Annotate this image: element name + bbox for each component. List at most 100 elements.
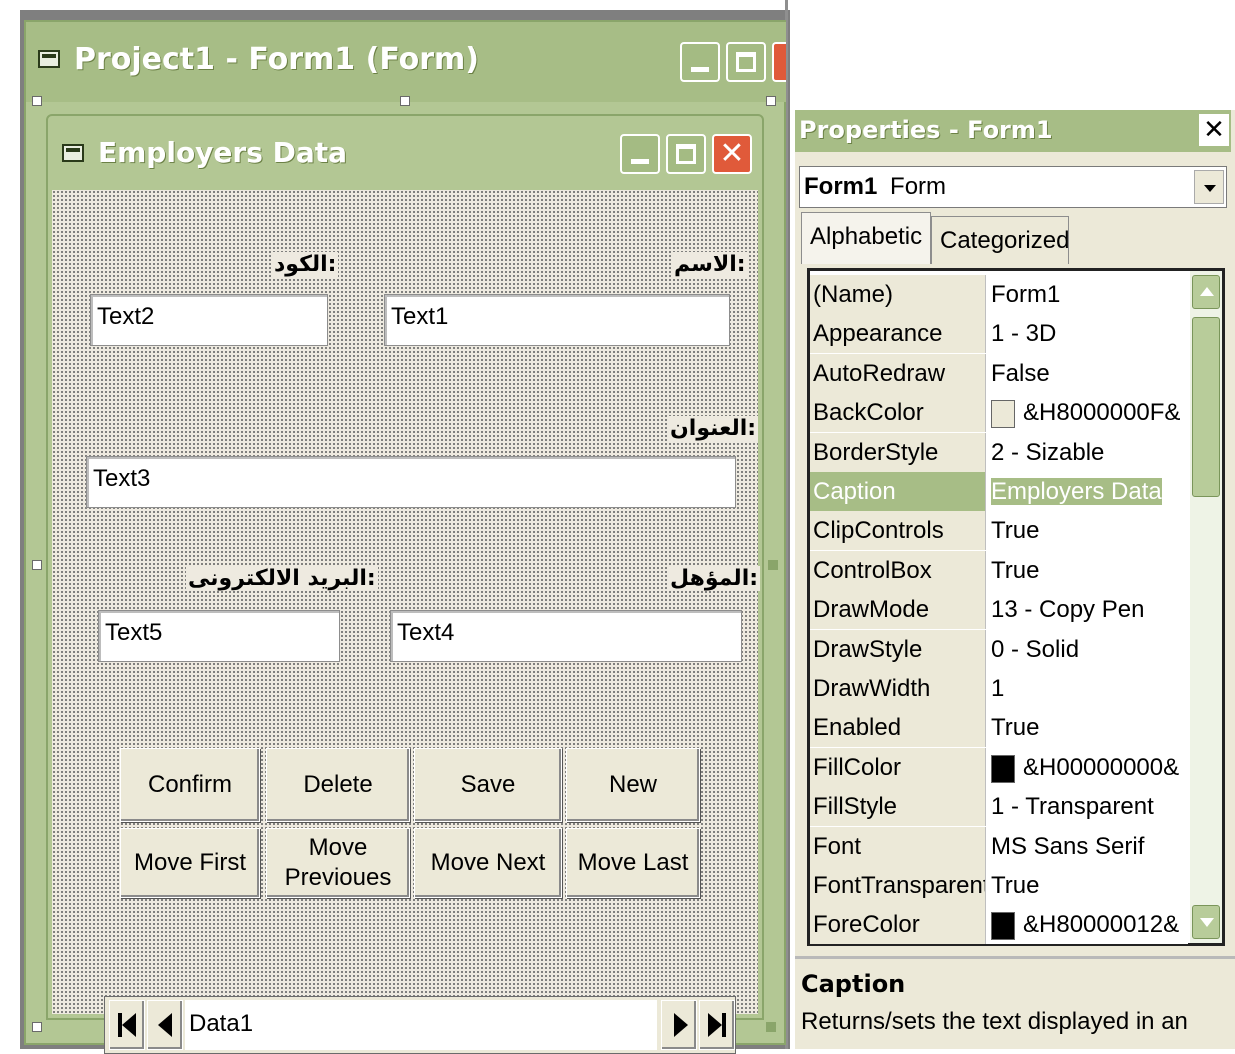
property-name: ForeColor	[810, 905, 986, 944]
scroll-up-button[interactable]	[1192, 275, 1220, 309]
resize-handle-top-right[interactable]	[766, 96, 776, 106]
property-value[interactable]: 0 - Solid	[986, 630, 1188, 669]
textbox-address[interactable]: Text3	[86, 456, 736, 508]
resize-handle-bottom-right[interactable]	[766, 1022, 776, 1032]
property-value[interactable]: True	[986, 708, 1188, 747]
property-value[interactable]: True	[986, 511, 1188, 550]
move-previous-button[interactable]: Move Previoues	[266, 828, 410, 898]
property-row[interactable]: Font MS Sans Serif	[810, 827, 1188, 866]
property-value[interactable]: Employers Data	[986, 472, 1188, 511]
scroll-down-button[interactable]	[1192, 905, 1220, 939]
textbox-qualification[interactable]: Text4	[390, 610, 742, 662]
designer-title: Project1 - Form1 (Form)	[74, 42, 479, 77]
move-first-button[interactable]: Move First	[120, 828, 260, 898]
property-value[interactable]: &H00000000&	[986, 748, 1188, 787]
minimize-icon	[631, 159, 649, 164]
property-row[interactable]: FillStyle 1 - Transparent	[810, 787, 1188, 826]
designer-title-bar[interactable]: Project1 - Form1 (Form)	[26, 22, 786, 102]
data-next-button[interactable]	[661, 1000, 697, 1050]
previous-arrow-icon	[158, 1013, 172, 1037]
property-value[interactable]: True	[986, 866, 1188, 905]
property-value-text: &H8000000F&	[1023, 399, 1181, 426]
minimize-button[interactable]	[680, 42, 720, 82]
property-row[interactable]: FillColor &H00000000&	[810, 748, 1188, 787]
property-value[interactable]: False	[986, 354, 1188, 393]
property-value[interactable]: MS Sans Serif	[986, 827, 1188, 866]
property-row[interactable]: DrawWidth 1	[810, 669, 1188, 708]
data-control: Data1	[104, 996, 736, 1054]
move-last-button[interactable]: Move Last	[566, 828, 700, 898]
property-row[interactable]: Enabled True	[810, 708, 1188, 747]
property-value-text: 1	[991, 675, 1005, 702]
form-minimize-button[interactable]	[620, 134, 660, 174]
property-value[interactable]: &H8000000F&	[986, 393, 1188, 432]
property-value[interactable]: &H80000012&	[986, 905, 1188, 944]
property-value-text: True	[991, 872, 1040, 899]
textbox-code[interactable]: Text2	[90, 294, 328, 346]
property-name: DrawMode	[810, 590, 986, 629]
property-name: Font	[810, 827, 986, 866]
property-row[interactable]: DrawMode 13 - Copy Pen	[810, 590, 1188, 629]
property-row[interactable]: BorderStyle 2 - Sizable	[810, 433, 1188, 472]
form-close-button[interactable]: ✕	[712, 134, 752, 174]
property-name: DrawWidth	[810, 669, 986, 708]
scroll-thumb[interactable]	[1192, 317, 1220, 497]
data-first-button[interactable]	[109, 1000, 145, 1050]
property-row[interactable]: Caption Employers Data	[810, 472, 1188, 511]
resize-handle-left[interactable]	[32, 560, 42, 570]
new-button[interactable]: New	[566, 748, 700, 822]
label-name: :الاسم	[672, 252, 748, 277]
maximize-button[interactable]	[726, 42, 766, 82]
properties-close-button[interactable]: ✕	[1199, 114, 1229, 146]
property-value-text: True	[991, 557, 1040, 584]
property-value[interactable]: 13 - Copy Pen	[986, 590, 1188, 629]
textbox-email[interactable]: Text5	[98, 610, 340, 662]
property-value-text: Form1	[991, 281, 1061, 308]
employers-form: Employers Data ✕ :الكود :الاسم Text2 Tex…	[46, 114, 764, 1054]
form-icon	[38, 50, 60, 68]
save-button[interactable]: Save	[414, 748, 562, 822]
property-row[interactable]: FontTransparent True	[810, 866, 1188, 905]
property-value[interactable]: 1 - Transparent	[986, 787, 1188, 826]
object-type: Form	[890, 173, 947, 200]
property-scrollbar[interactable]	[1190, 271, 1222, 943]
close-button[interactable]	[772, 42, 786, 82]
property-row[interactable]: ControlBox True	[810, 551, 1188, 590]
property-row[interactable]: BackColor &H8000000F&	[810, 393, 1188, 432]
color-swatch-icon	[991, 399, 1015, 428]
resize-handle-top[interactable]	[400, 96, 410, 106]
color-swatch-icon	[991, 911, 1015, 940]
resize-handle-bottom-left[interactable]	[32, 1022, 42, 1032]
move-next-button[interactable]: Move Next	[414, 828, 562, 898]
property-grid: (Name) Form1 Appearance 1 - 3D AutoRedraw Fal…	[807, 268, 1225, 946]
tab-alphabetic[interactable]: Alphabetic	[801, 212, 931, 264]
property-row[interactable]: (Name) Form1	[810, 275, 1188, 314]
property-row[interactable]: ForeColor &H80000012&	[810, 905, 1188, 944]
property-value[interactable]: 1 - 3D	[986, 314, 1188, 353]
property-row[interactable]: AutoRedraw False	[810, 354, 1188, 393]
form-maximize-button[interactable]	[666, 134, 706, 174]
property-value[interactable]: Form1	[986, 275, 1188, 314]
data-previous-button[interactable]	[147, 1000, 183, 1050]
property-row[interactable]: Appearance 1 - 3D	[810, 314, 1188, 353]
object-selector[interactable]: Form1 Form	[799, 166, 1227, 208]
property-value[interactable]: 1	[986, 669, 1188, 708]
resize-handle-right[interactable]	[768, 560, 778, 570]
resize-handle-top-left[interactable]	[32, 96, 42, 106]
property-value-text: &H80000012&	[1023, 911, 1180, 938]
dropdown-button[interactable]	[1194, 170, 1224, 204]
properties-title-bar[interactable]: Properties - Form1 ✕	[795, 110, 1231, 152]
textbox-name[interactable]: Text1	[384, 294, 730, 346]
confirm-button[interactable]: Confirm	[120, 748, 260, 822]
property-row[interactable]: ClipControls True	[810, 511, 1188, 550]
property-name: BorderStyle	[810, 433, 986, 472]
property-value[interactable]: True	[986, 551, 1188, 590]
delete-button[interactable]: Delete	[266, 748, 410, 822]
property-row[interactable]: DrawStyle 0 - Solid	[810, 630, 1188, 669]
property-value[interactable]: 2 - Sizable	[986, 433, 1188, 472]
tab-categorized[interactable]: Categorized	[931, 216, 1069, 264]
property-name: AutoRedraw	[810, 354, 986, 393]
property-value-text: False	[991, 360, 1050, 387]
description-divider[interactable]	[795, 956, 1235, 959]
data-last-button[interactable]	[699, 1000, 735, 1050]
